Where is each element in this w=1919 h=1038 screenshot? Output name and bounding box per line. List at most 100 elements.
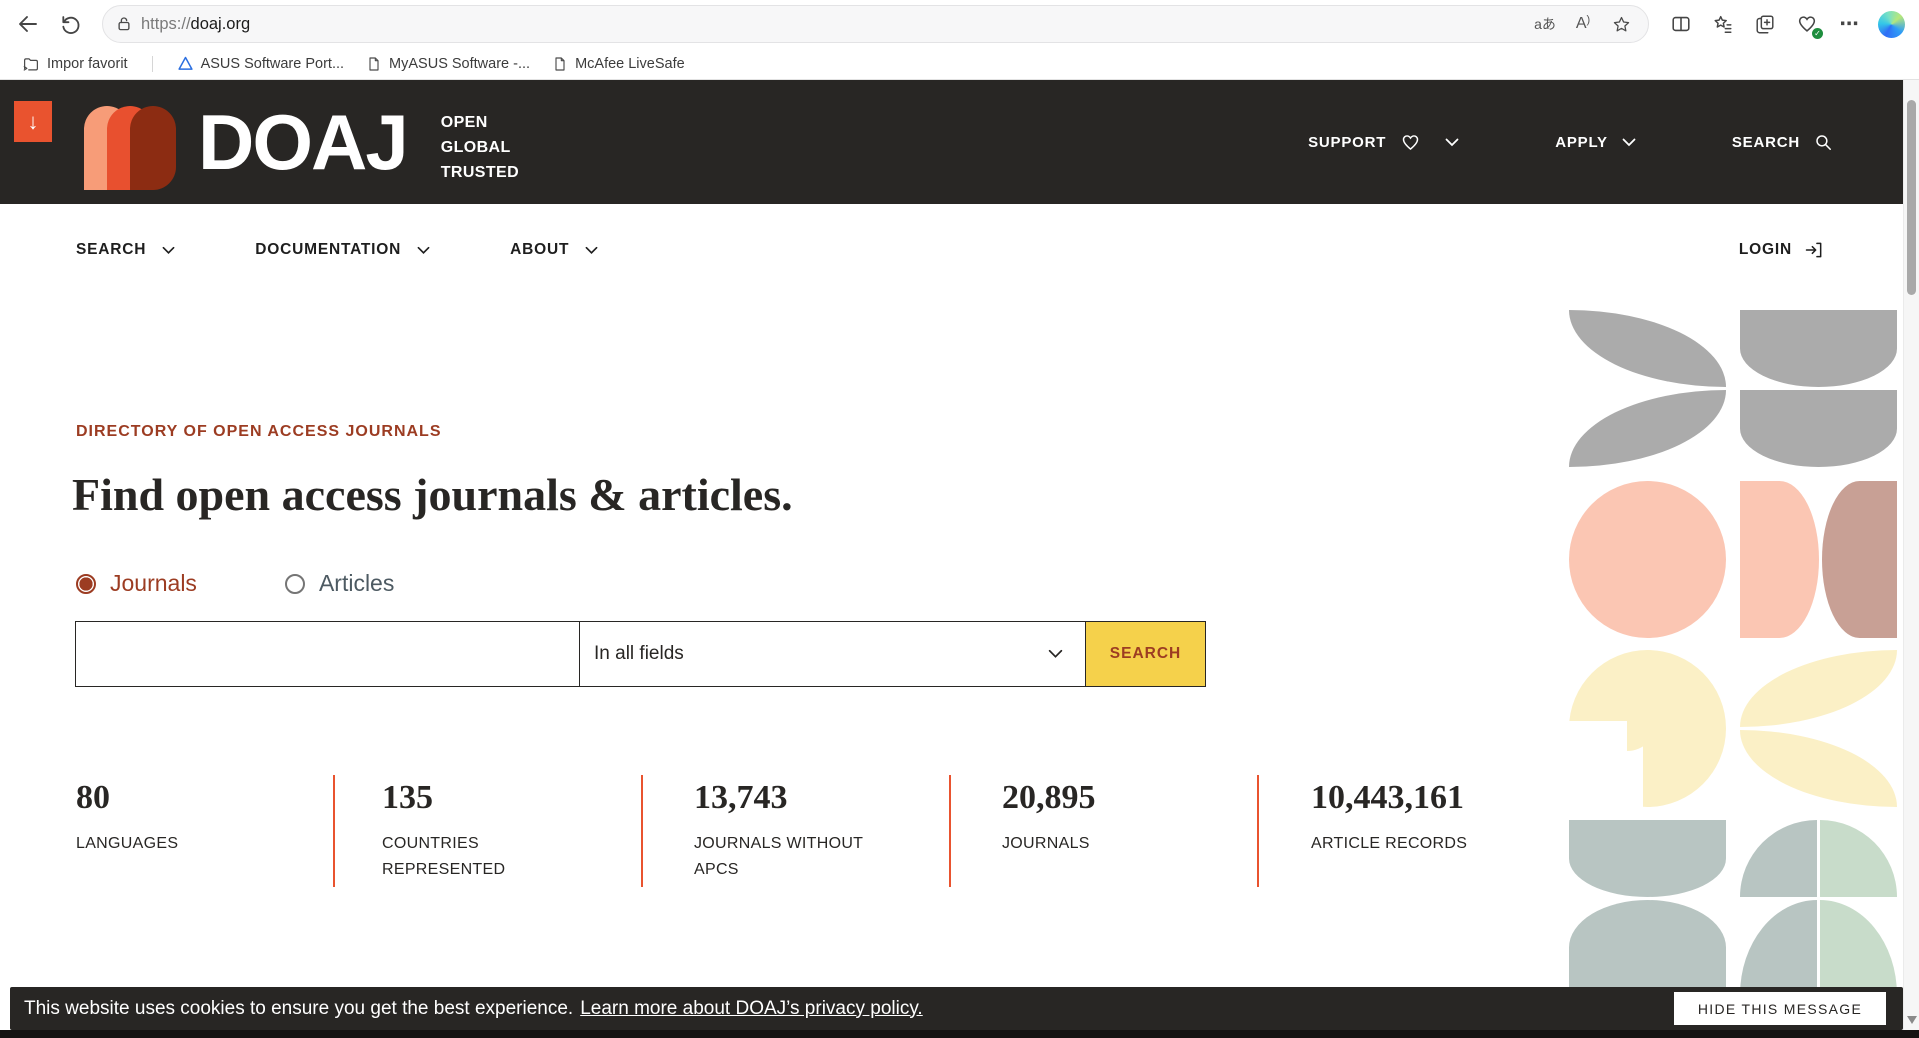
chevron-down-icon <box>162 246 175 255</box>
nav-documentation[interactable]: DOCUMENTATION <box>255 241 430 259</box>
stat-divider <box>333 775 335 887</box>
deco-tile-gray-bowls <box>1740 310 1897 467</box>
doaj-logo-petals <box>84 106 176 190</box>
lock-icon[interactable] <box>115 15 133 33</box>
tagline-line: TRUSTED <box>441 160 519 185</box>
scrollbar-down-arrow-icon[interactable] <box>1907 1016 1917 1024</box>
radio-journals-label: Journals <box>110 570 197 597</box>
browser-toolbar: https://doaj.org aあ A) ✓ ⋯ <box>0 0 1919 48</box>
search-input[interactable] <box>75 621 580 687</box>
favorites-hub-icon[interactable] <box>1705 6 1741 42</box>
chevron-down-icon <box>1445 138 1459 147</box>
radio-journals-dot[interactable] <box>76 574 96 594</box>
cookie-banner: This website uses cookies to ensure you … <box>10 987 1903 1030</box>
site-subnav: SEARCH DOCUMENTATION ABOUT LOGIN <box>0 204 1919 296</box>
address-bar[interactable]: https://doaj.org aあ A) <box>102 5 1649 43</box>
menu-search-label: SEARCH <box>1732 134 1800 151</box>
petal-dark <box>130 106 176 190</box>
deco-tile-half-circles <box>1740 481 1897 638</box>
chevron-down-icon <box>1622 138 1636 147</box>
login-link[interactable]: LOGIN <box>1739 204 1824 296</box>
stat-article-records: 10,443,161 ARTICLE RECORDS <box>1311 779 1546 857</box>
split-screen-icon[interactable] <box>1663 6 1699 42</box>
login-label: LOGIN <box>1739 241 1792 259</box>
stat-label: JOURNALS <box>1002 831 1237 857</box>
nav-about[interactable]: ABOUT <box>510 241 598 259</box>
page-icon <box>366 56 382 72</box>
nav-about-label: ABOUT <box>510 241 569 259</box>
refresh-icon[interactable] <box>52 6 88 42</box>
stat-countries: 135 COUNTRIES REPRESENTED <box>382 779 582 883</box>
tagline-line: GLOBAL <box>441 135 519 160</box>
radio-articles-dot[interactable] <box>285 574 305 594</box>
stat-label: ARTICLE RECORDS <box>1311 831 1546 857</box>
search-field-value: In all fields <box>594 643 684 665</box>
deco-tile-two-tone-quarters <box>1740 820 1897 995</box>
window-bottom-edge <box>0 1030 1919 1038</box>
bookmark-label: MyASUS Software -... <box>389 56 530 72</box>
search-type-radios: Journals Articles <box>76 570 394 597</box>
more-menu-icon[interactable]: ⋯ <box>1831 6 1867 42</box>
scrollbar-thumb[interactable] <box>1907 100 1916 295</box>
skip-to-content-button[interactable]: ↓ <box>14 101 52 142</box>
chevron-down-icon <box>417 246 430 255</box>
url-host: doaj.org <box>191 15 251 33</box>
menu-apply-label: APPLY <box>1555 134 1608 151</box>
bookmark-asus-portal[interactable]: ASUS Software Port... <box>171 53 350 74</box>
browser-essentials-icon[interactable]: ✓ <box>1789 6 1825 42</box>
nav-search-label: SEARCH <box>76 241 146 259</box>
radio-articles[interactable]: Articles <box>285 570 394 597</box>
stat-divider <box>949 775 951 887</box>
nav-search[interactable]: SEARCH <box>76 241 175 259</box>
deco-tile-gray-leaves <box>1569 310 1726 467</box>
bookmark-import-favorites[interactable]: Impor favorit <box>16 53 134 75</box>
page-scrollbar[interactable] <box>1903 80 1919 1038</box>
search-field-select[interactable]: In all fields <box>580 621 1086 687</box>
bookmark-myasus[interactable]: MyASUS Software -... <box>360 54 536 74</box>
asus-icon <box>177 55 194 72</box>
eyebrow-label: DIRECTORY OF OPEN ACCESS JOURNALS <box>76 423 442 441</box>
stat-label: JOURNALS WITHOUT APCS <box>694 831 904 883</box>
chevron-down-icon <box>585 246 598 255</box>
search-bar: In all fields SEARCH <box>75 621 1206 687</box>
url-text[interactable]: https://doaj.org <box>141 15 1522 34</box>
menu-support[interactable]: SUPPORT <box>1308 132 1459 153</box>
bookmark-mcafee[interactable]: McAfee LiveSafe <box>546 54 691 74</box>
radio-articles-label: Articles <box>319 570 394 597</box>
doaj-wordmark: DOAJ <box>198 102 407 182</box>
deco-tile-yellow-pacman <box>1569 650 1726 807</box>
read-aloud-paren: ) <box>1587 14 1591 26</box>
read-aloud-icon[interactable]: A) <box>1568 9 1598 39</box>
doaj-logo[interactable]: DOAJ OPEN GLOBAL TRUSTED <box>84 102 519 190</box>
nav-documentation-label: DOCUMENTATION <box>255 241 401 259</box>
magnifier-icon <box>1814 133 1833 152</box>
stat-value: 80 <box>76 779 311 817</box>
bookmark-label: Impor favorit <box>47 56 128 72</box>
radio-journals[interactable]: Journals <box>76 570 197 597</box>
privacy-policy-link[interactable]: Learn more about DOAJ’s privacy policy. <box>580 998 923 1020</box>
deco-tile-yellow-leaves <box>1740 650 1897 807</box>
page-title: Find open access journals & articles. <box>72 468 793 521</box>
menu-apply[interactable]: APPLY <box>1555 134 1636 151</box>
login-icon <box>1804 240 1824 260</box>
back-icon[interactable] <box>10 6 46 42</box>
screen: https://doaj.org aあ A) ✓ ⋯ Impor <box>0 0 1919 1038</box>
stat-value: 10,443,161 <box>1311 779 1546 817</box>
translate-icon[interactable]: aあ <box>1530 9 1560 39</box>
stat-journals-without-apcs: 13,743 JOURNALS WITHOUT APCS <box>694 779 904 883</box>
stat-value: 13,743 <box>694 779 904 817</box>
doaj-tagline: OPEN GLOBAL TRUSTED <box>441 110 519 185</box>
chevron-down-icon <box>1048 649 1063 659</box>
menu-search[interactable]: SEARCH <box>1732 133 1833 152</box>
search-button[interactable]: SEARCH <box>1086 621 1206 687</box>
deco-tile-sage-hourglass <box>1569 820 1726 995</box>
stat-journals: 20,895 JOURNALS <box>1002 779 1237 857</box>
collections-icon[interactable] <box>1747 6 1783 42</box>
hide-message-button[interactable]: HIDE THIS MESSAGE <box>1674 992 1886 1025</box>
read-aloud-glyph: A <box>1576 15 1587 33</box>
copilot-icon[interactable] <box>1873 6 1909 42</box>
deco-tile-salmon-circle <box>1569 481 1726 638</box>
stat-value: 135 <box>382 779 582 817</box>
favorite-star-icon[interactable] <box>1606 9 1636 39</box>
bookmarks-separator <box>152 56 153 72</box>
